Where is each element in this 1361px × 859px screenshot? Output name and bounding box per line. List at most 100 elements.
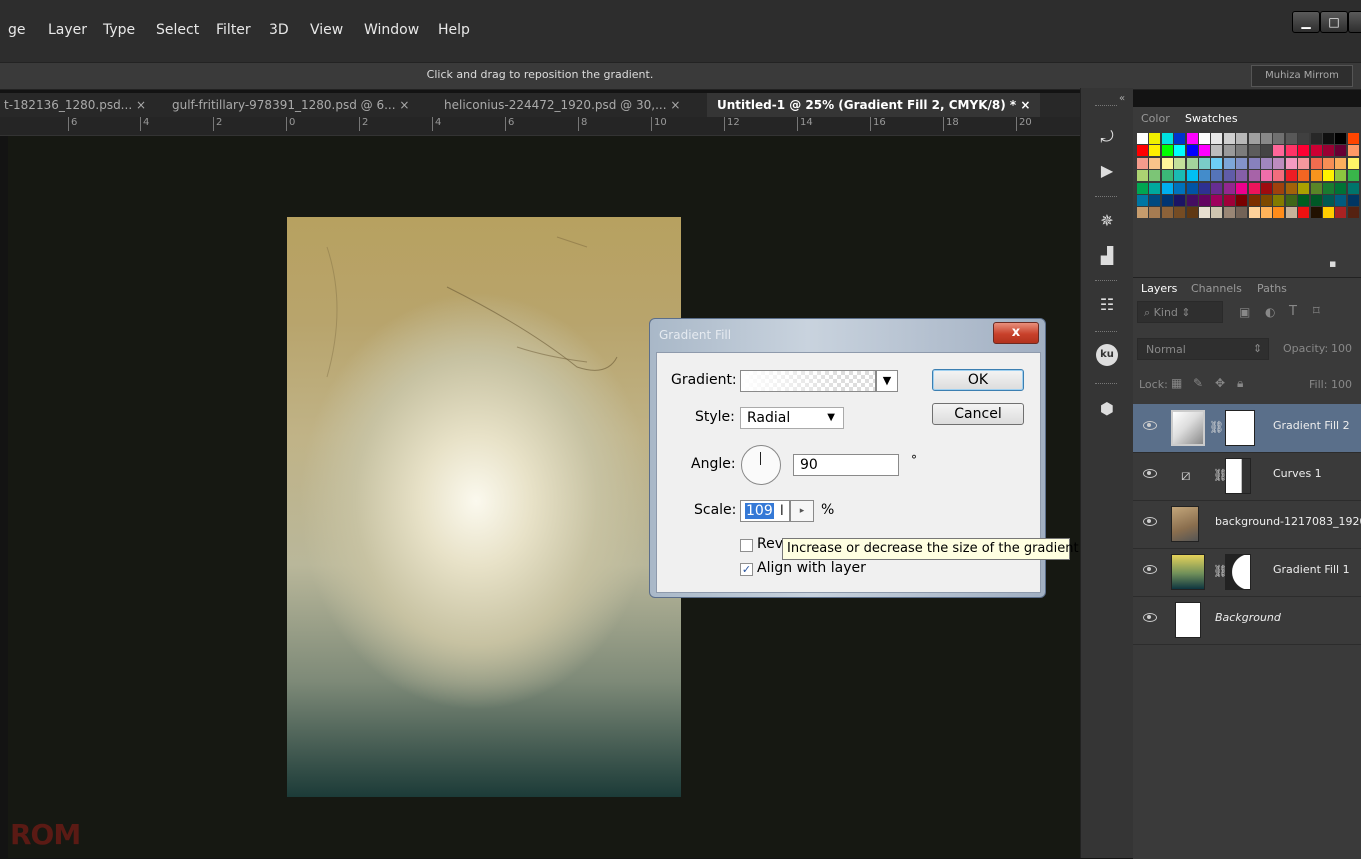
color-swatch[interactable] bbox=[1323, 145, 1334, 157]
color-swatch[interactable] bbox=[1335, 133, 1347, 144]
color-swatch[interactable] bbox=[1186, 182, 1198, 194]
color-swatch[interactable] bbox=[1236, 207, 1248, 219]
properties-icon[interactable]: ☷ bbox=[1094, 292, 1120, 318]
tab-document-3[interactable]: heliconius-224472_1920.psd @ 30,... × bbox=[444, 93, 680, 117]
color-swatch[interactable] bbox=[1199, 157, 1210, 169]
color-swatch[interactable] bbox=[1347, 170, 1359, 182]
ok-button[interactable]: OK bbox=[932, 369, 1024, 391]
color-swatch[interactable] bbox=[1261, 195, 1272, 206]
menu-3d[interactable]: 3D bbox=[269, 22, 289, 38]
filter-adjustment-icon[interactable]: ◐ bbox=[1265, 305, 1275, 319]
layer-row-gradient-fill-2[interactable]: ⛓ Gradient Fill 2 bbox=[1133, 404, 1361, 453]
color-swatch[interactable] bbox=[1310, 133, 1322, 144]
histogram-icon[interactable]: ▟ bbox=[1094, 243, 1120, 269]
color-swatch[interactable] bbox=[1161, 157, 1173, 169]
color-swatch[interactable] bbox=[1211, 207, 1223, 219]
color-swatch[interactable] bbox=[1137, 182, 1148, 194]
color-swatch[interactable] bbox=[1248, 133, 1260, 144]
color-swatch[interactable] bbox=[1273, 133, 1285, 144]
color-swatch[interactable] bbox=[1347, 157, 1359, 169]
close-tab-icon[interactable]: × bbox=[399, 98, 409, 112]
color-swatch[interactable] bbox=[1323, 170, 1334, 182]
blend-mode-select[interactable]: Normal bbox=[1137, 338, 1269, 360]
color-swatch[interactable] bbox=[1149, 145, 1161, 157]
navigator-icon[interactable]: ✵ bbox=[1094, 208, 1120, 234]
visibility-eye-icon[interactable] bbox=[1143, 421, 1157, 430]
color-swatch[interactable] bbox=[1347, 207, 1359, 219]
minimize-button[interactable]: ▁ bbox=[1292, 11, 1320, 33]
color-swatch[interactable] bbox=[1273, 182, 1285, 194]
color-swatch[interactable] bbox=[1186, 157, 1198, 169]
close-tab-icon[interactable]: × bbox=[1020, 98, 1030, 112]
color-swatch[interactable] bbox=[1285, 182, 1297, 194]
tab-layers[interactable]: Layers bbox=[1141, 282, 1177, 295]
close-window-button[interactable] bbox=[1348, 11, 1361, 33]
filter-kind-select[interactable]: ⌕ Kind ⇕ bbox=[1137, 301, 1223, 323]
swatch-grid[interactable] bbox=[1134, 131, 1361, 251]
color-swatch[interactable] bbox=[1174, 133, 1186, 144]
tab-swatches[interactable]: Swatches bbox=[1185, 112, 1238, 125]
visibility-eye-icon[interactable] bbox=[1143, 517, 1157, 526]
color-swatch[interactable] bbox=[1298, 157, 1310, 169]
color-swatch[interactable] bbox=[1174, 182, 1186, 194]
color-swatch[interactable] bbox=[1161, 170, 1173, 182]
color-swatch[interactable] bbox=[1137, 157, 1148, 169]
color-swatch[interactable] bbox=[1174, 157, 1186, 169]
color-swatch[interactable] bbox=[1285, 195, 1297, 206]
color-swatch[interactable] bbox=[1199, 195, 1210, 206]
opacity-value[interactable]: 100 bbox=[1331, 342, 1352, 355]
color-swatch[interactable] bbox=[1199, 170, 1210, 182]
layer-row-background[interactable]: Background bbox=[1133, 596, 1361, 645]
color-swatch[interactable] bbox=[1137, 133, 1148, 144]
color-swatch[interactable] bbox=[1273, 157, 1285, 169]
tab-document-1[interactable]: t-182136_1280.psd... × bbox=[4, 93, 146, 117]
menu-select[interactable]: Select bbox=[156, 22, 199, 38]
color-swatch[interactable] bbox=[1298, 195, 1310, 206]
layer-row-gradient-fill-1[interactable]: ⛓ Gradient Fill 1 bbox=[1133, 548, 1361, 597]
reverse-checkbox[interactable] bbox=[740, 539, 753, 552]
color-swatch[interactable] bbox=[1174, 170, 1186, 182]
layer-row-background-image[interactable]: background-1217083_1920 bbox=[1133, 500, 1361, 549]
color-swatch[interactable] bbox=[1223, 207, 1235, 219]
color-swatch[interactable] bbox=[1199, 182, 1210, 194]
lock-transparent-icon[interactable]: ▦ bbox=[1171, 376, 1182, 390]
color-swatch[interactable] bbox=[1211, 145, 1223, 157]
actions-play-icon[interactable]: ▶ bbox=[1094, 158, 1120, 184]
color-swatch[interactable] bbox=[1186, 133, 1198, 144]
color-swatch[interactable] bbox=[1335, 170, 1347, 182]
color-swatch[interactable] bbox=[1174, 195, 1186, 206]
color-swatch[interactable] bbox=[1137, 207, 1148, 219]
color-swatch[interactable] bbox=[1323, 182, 1334, 194]
color-swatch[interactable] bbox=[1261, 207, 1272, 219]
color-swatch[interactable] bbox=[1186, 145, 1198, 157]
color-swatch[interactable] bbox=[1261, 133, 1272, 144]
color-swatch[interactable] bbox=[1186, 170, 1198, 182]
fill-value[interactable]: 100 bbox=[1331, 378, 1352, 391]
grip[interactable] bbox=[1095, 280, 1117, 283]
color-swatch[interactable] bbox=[1261, 157, 1272, 169]
color-swatch[interactable] bbox=[1236, 182, 1248, 194]
menu-layer[interactable]: Layer bbox=[48, 22, 87, 38]
scale-slider-button[interactable]: ▸ bbox=[790, 500, 814, 522]
color-swatch[interactable] bbox=[1236, 170, 1248, 182]
color-swatch[interactable] bbox=[1298, 182, 1310, 194]
gradient-dropdown-button[interactable]: ▼ bbox=[876, 370, 898, 392]
color-swatch[interactable] bbox=[1223, 170, 1235, 182]
menu-window[interactable]: Window bbox=[364, 22, 419, 38]
history-icon[interactable]: ⤾ bbox=[1094, 124, 1120, 150]
color-swatch[interactable] bbox=[1335, 157, 1347, 169]
color-swatch[interactable] bbox=[1248, 195, 1260, 206]
angle-dial[interactable] bbox=[741, 445, 781, 485]
color-swatch[interactable] bbox=[1273, 207, 1285, 219]
color-swatch[interactable] bbox=[1298, 145, 1310, 157]
color-swatch[interactable] bbox=[1199, 133, 1210, 144]
color-swatch[interactable] bbox=[1186, 195, 1198, 206]
color-swatch[interactable] bbox=[1285, 145, 1297, 157]
tab-channels[interactable]: Channels bbox=[1191, 282, 1242, 295]
close-tab-icon[interactable]: × bbox=[136, 98, 146, 112]
menu-view[interactable]: View bbox=[310, 22, 343, 38]
color-swatch[interactable] bbox=[1174, 145, 1186, 157]
color-swatch[interactable] bbox=[1149, 157, 1161, 169]
collapse-panels-icon[interactable]: « bbox=[1119, 93, 1125, 104]
color-swatch[interactable] bbox=[1149, 207, 1161, 219]
